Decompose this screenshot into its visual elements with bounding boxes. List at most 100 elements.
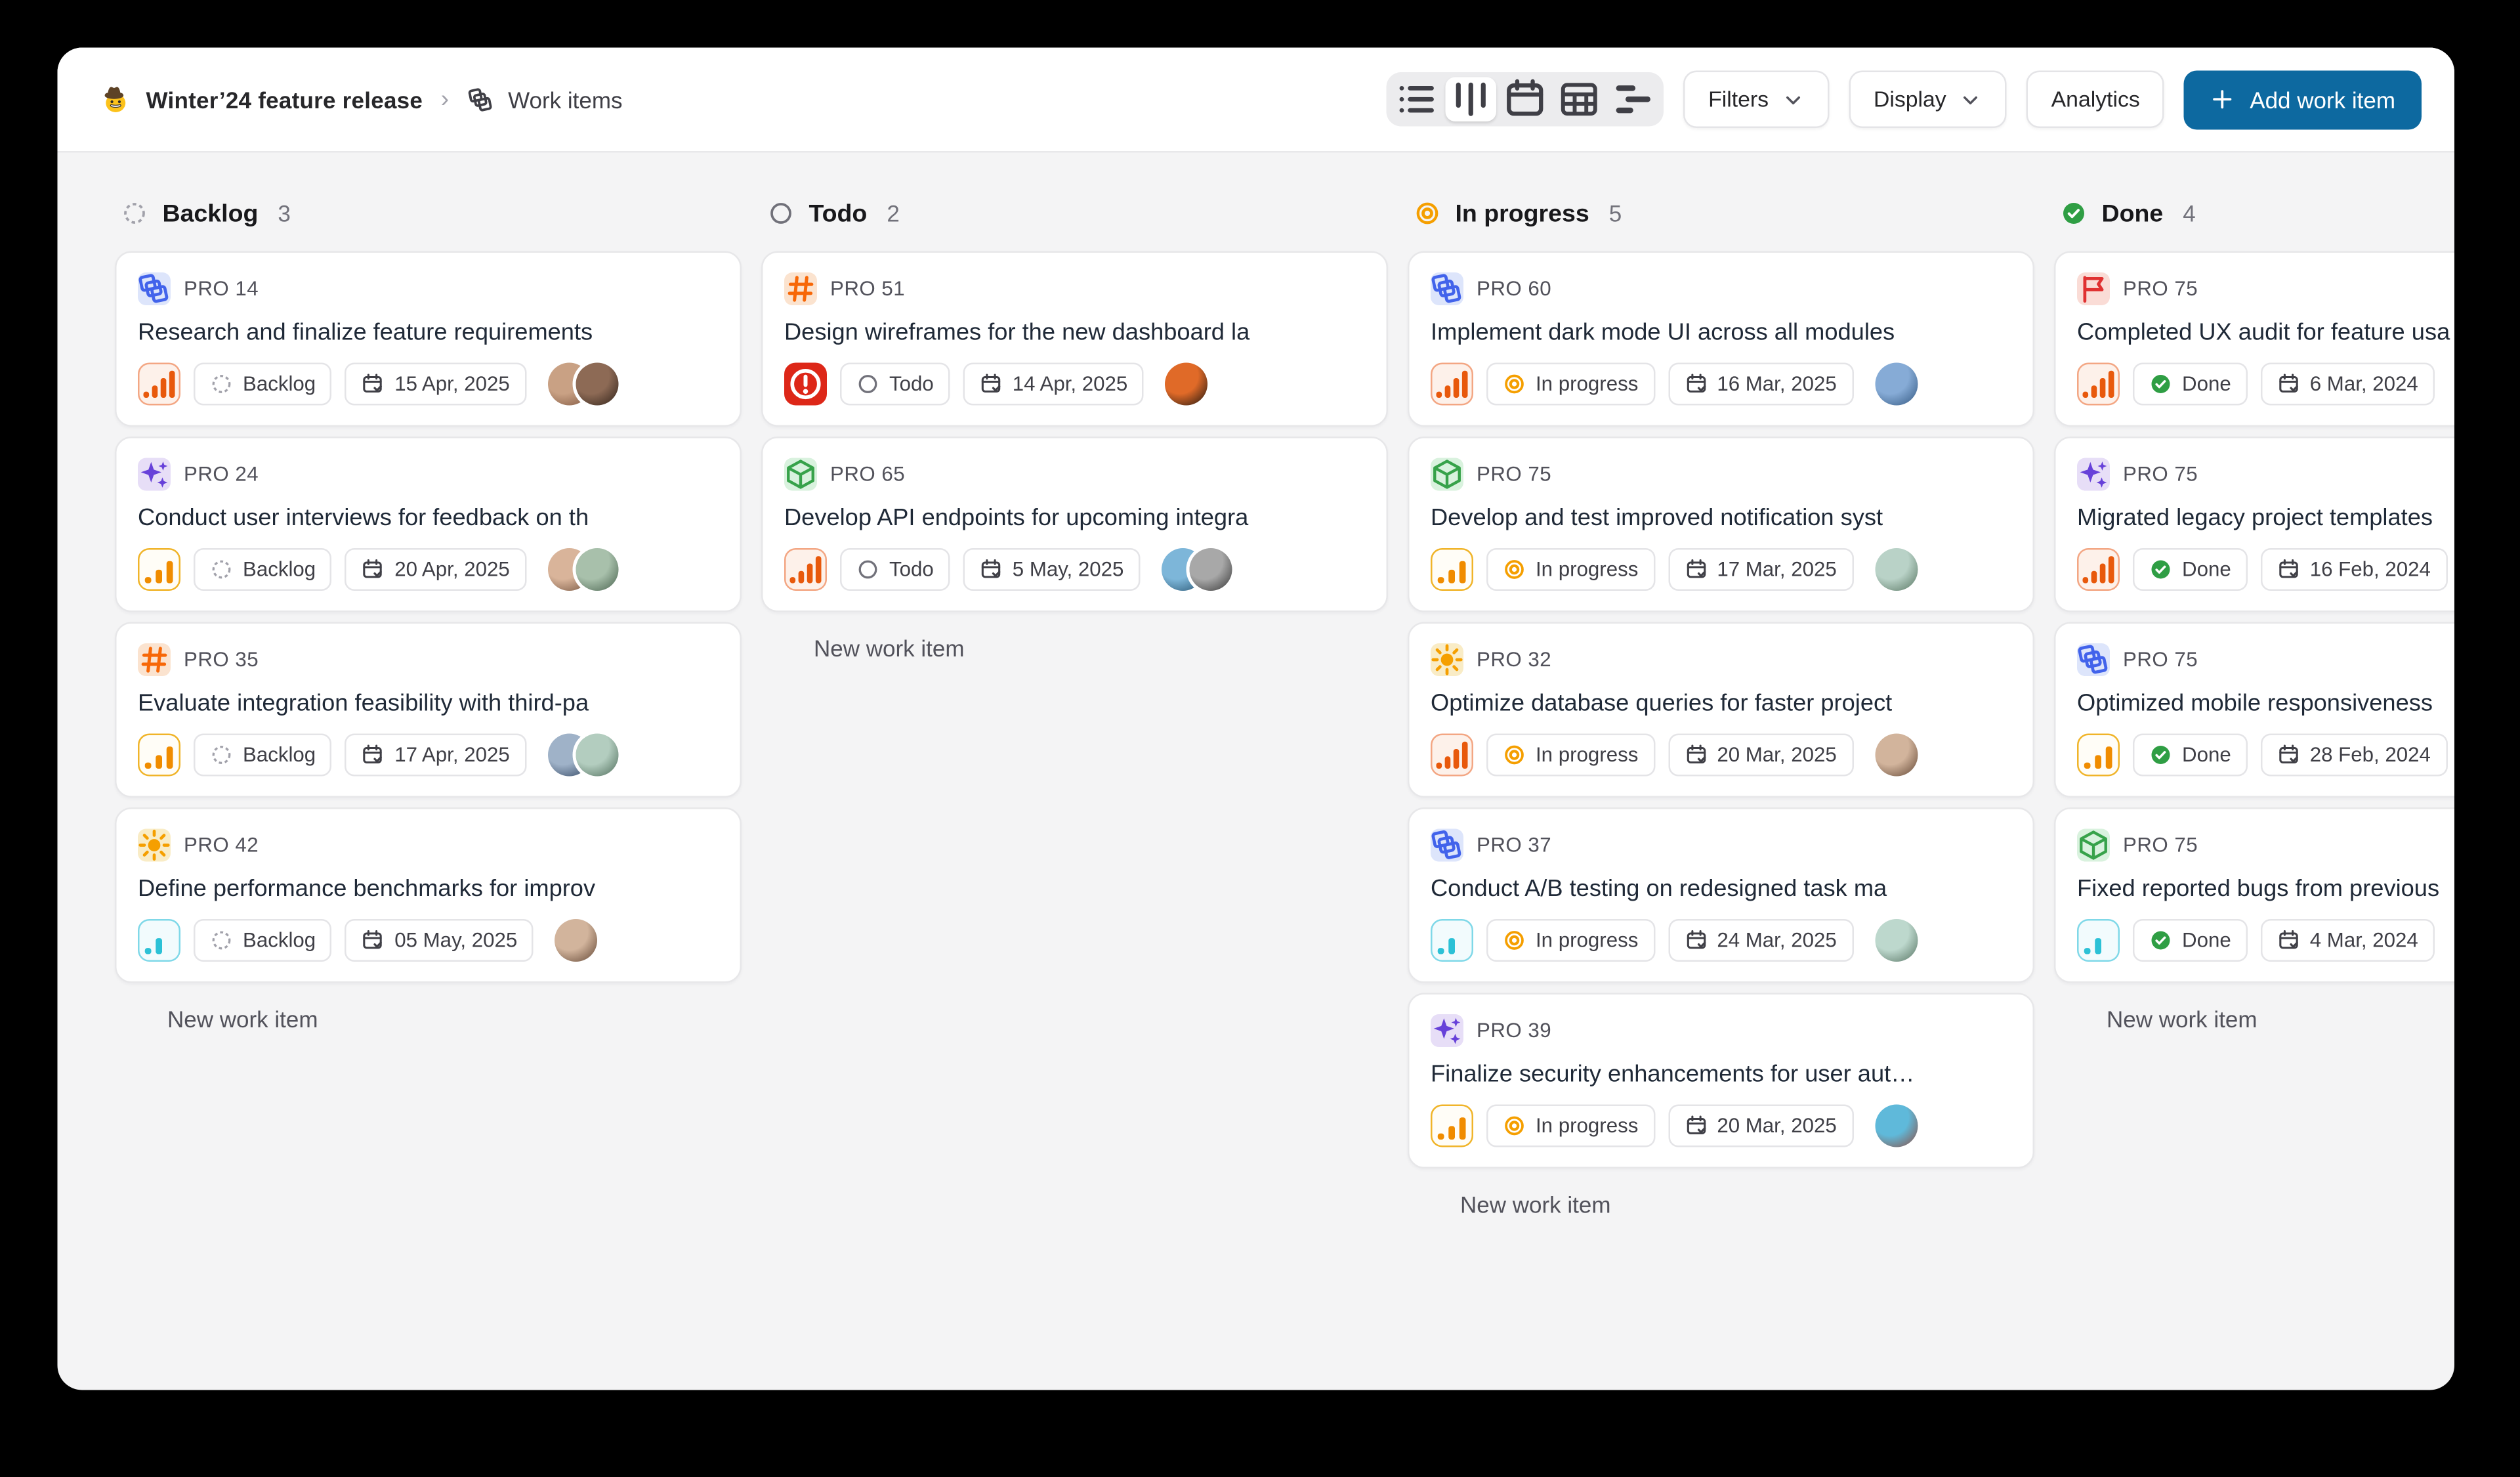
- state-badge[interactable]: Backlog: [194, 363, 332, 406]
- breadcrumb-project-name[interactable]: Winter’24 feature release: [146, 86, 423, 112]
- due-date-badge[interactable]: 28 Feb, 2024: [2261, 734, 2447, 777]
- priority-badge-high[interactable]: [1431, 363, 1473, 406]
- card-properties: Backlog 15 Apr, 2025: [138, 363, 719, 406]
- chevron-down-icon: [1782, 88, 1805, 111]
- column-header: Todo 2: [761, 196, 1388, 232]
- filters-label: Filters: [1708, 87, 1769, 112]
- new-work-item-button[interactable]: New work item: [761, 635, 1388, 662]
- work-item-card[interactable]: PRO 75 Develop and test improved notific…: [1408, 437, 2034, 612]
- due-date-badge[interactable]: 17 Apr, 2025: [345, 734, 526, 777]
- due-date-badge[interactable]: 17 Mar, 2025: [1668, 548, 1853, 591]
- due-date-badge[interactable]: 14 Apr, 2025: [963, 363, 1144, 406]
- add-card-icon[interactable]: [1995, 200, 2021, 226]
- work-item-card[interactable]: PRO 24 Conduct user interviews for feedb…: [115, 437, 742, 612]
- new-work-item-button[interactable]: New work item: [115, 1006, 742, 1033]
- priority-badge-low[interactable]: [1431, 919, 1473, 962]
- work-item-card[interactable]: PRO 35 Evaluate integration feasibility …: [115, 622, 742, 798]
- due-date-badge[interactable]: 4 Mar, 2024: [2261, 919, 2435, 962]
- work-item-title: Implement dark mode UI across all module…: [1431, 320, 2011, 347]
- state-badge[interactable]: Done: [2133, 919, 2248, 962]
- due-date-badge[interactable]: 24 Mar, 2025: [1668, 919, 1853, 962]
- work-item-card[interactable]: PRO 42 Define performance benchmarks for…: [115, 807, 742, 983]
- table-view-button[interactable]: [1554, 77, 1605, 122]
- board-view-button[interactable]: [1446, 77, 1497, 122]
- due-date-badge[interactable]: 20 Mar, 2025: [1668, 1105, 1853, 1147]
- due-date-badge[interactable]: 6 Mar, 2024: [2261, 363, 2435, 406]
- add-card-icon[interactable]: [702, 200, 728, 226]
- state-badge[interactable]: In progress: [1486, 919, 1654, 962]
- due-date-badge[interactable]: 20 Apr, 2025: [345, 548, 526, 591]
- state-badge[interactable]: In progress: [1486, 363, 1654, 406]
- card-properties: Done 4 Mar, 2024: [2077, 919, 2454, 962]
- calendar-check-icon: [362, 744, 385, 767]
- state-badge[interactable]: In progress: [1486, 1105, 1654, 1147]
- priority-badge-urgent[interactable]: [784, 363, 827, 406]
- work-item-id: PRO 32: [1477, 649, 1551, 672]
- priority-badge-low[interactable]: [138, 919, 180, 962]
- work-item-card[interactable]: PRO 75 Completed UX audit for feature us…: [2054, 251, 2454, 427]
- state-badge[interactable]: Done: [2133, 548, 2248, 591]
- due-date-badge[interactable]: 05 May, 2025: [345, 919, 534, 962]
- priority-badge-medium[interactable]: [138, 548, 180, 591]
- state-badge[interactable]: Backlog: [194, 548, 332, 591]
- column-count: 3: [278, 200, 290, 226]
- assignee-avatars: [1874, 919, 1917, 962]
- priority-badge-medium[interactable]: [2077, 734, 2120, 777]
- work-item-title: Conduct user interviews for feedback on …: [138, 505, 719, 532]
- work-item-card[interactable]: PRO 39 Finalize security enhancements fo…: [1408, 993, 2034, 1169]
- priority-badge-high[interactable]: [2077, 548, 2120, 591]
- collapse-column-icon[interactable]: [1288, 200, 1314, 226]
- work-item-title: Migrated legacy project templates: [2077, 505, 2454, 532]
- new-work-item-label: New work item: [2107, 1006, 2257, 1033]
- new-work-item-button[interactable]: New work item: [2054, 1006, 2454, 1033]
- priority-badge-medium[interactable]: [1431, 548, 1473, 591]
- state-badge[interactable]: In progress: [1486, 734, 1654, 777]
- add-card-icon[interactable]: [1349, 200, 1375, 226]
- work-item-icon: [2077, 643, 2110, 676]
- state-badge[interactable]: Backlog: [194, 734, 332, 777]
- work-item-card[interactable]: PRO 75 Optimized mobile responsiveness D…: [2054, 622, 2454, 798]
- timeline-view-button[interactable]: [1608, 77, 1660, 122]
- list-view-button[interactable]: [1392, 77, 1443, 122]
- work-item-card[interactable]: PRO 51 Design wireframes for the new das…: [761, 251, 1388, 427]
- work-item-card[interactable]: PRO 32 Optimize database queries for fas…: [1408, 622, 2034, 798]
- work-item-title: Conduct A/B testing on redesigned task m…: [1431, 876, 2011, 903]
- card-header: PRO 65: [784, 458, 1365, 491]
- collapse-column-icon[interactable]: [642, 200, 668, 226]
- work-item-id: PRO 35: [184, 649, 259, 672]
- work-item-card[interactable]: PRO 75 Migrated legacy project templates…: [2054, 437, 2454, 612]
- work-item-title: Develop API endpoints for upcoming integ…: [784, 505, 1365, 532]
- priority-badge-low[interactable]: [2077, 919, 2120, 962]
- due-date-badge[interactable]: 20 Mar, 2025: [1668, 734, 1853, 777]
- due-date-badge[interactable]: 16 Mar, 2025: [1668, 363, 1853, 406]
- work-item-card[interactable]: PRO 60 Implement dark mode UI across all…: [1408, 251, 2034, 427]
- work-item-card[interactable]: PRO 65 Develop API endpoints for upcomin…: [761, 437, 1388, 612]
- add-work-item-button[interactable]: Add work item: [2184, 70, 2422, 129]
- state-badge[interactable]: In progress: [1486, 548, 1654, 591]
- state-badge[interactable]: Done: [2133, 363, 2248, 406]
- priority-badge-medium[interactable]: [138, 734, 180, 777]
- filters-button[interactable]: Filters: [1684, 71, 1830, 129]
- new-work-item-button[interactable]: New work item: [1408, 1191, 2034, 1218]
- priority-badge-medium[interactable]: [1431, 1105, 1473, 1147]
- due-date-badge[interactable]: 5 May, 2025: [963, 548, 1141, 591]
- state-badge[interactable]: Done: [2133, 734, 2248, 777]
- priority-badge-high[interactable]: [784, 548, 827, 591]
- priority-badge-high[interactable]: [138, 363, 180, 406]
- work-item-card[interactable]: PRO 14 Research and finalize feature req…: [115, 251, 742, 427]
- analytics-button[interactable]: Analytics: [2026, 71, 2164, 129]
- work-item-card[interactable]: PRO 75 Fixed reported bugs from previous…: [2054, 807, 2454, 983]
- breadcrumb-section-label[interactable]: Work items: [508, 86, 622, 112]
- work-item-id: PRO 42: [184, 834, 259, 857]
- state-badge[interactable]: Backlog: [194, 919, 332, 962]
- priority-badge-high[interactable]: [1431, 734, 1473, 777]
- display-button[interactable]: Display: [1849, 71, 2007, 129]
- due-date-badge[interactable]: 16 Feb, 2024: [2261, 548, 2447, 591]
- calendar-view-button[interactable]: [1500, 77, 1551, 122]
- work-item-card[interactable]: PRO 37 Conduct A/B testing on redesigned…: [1408, 807, 2034, 983]
- state-badge[interactable]: Todo: [840, 548, 950, 591]
- collapse-column-icon[interactable]: [1935, 200, 1961, 226]
- priority-badge-high[interactable]: [2077, 363, 2120, 406]
- state-badge[interactable]: Todo: [840, 363, 950, 406]
- due-date-badge[interactable]: 15 Apr, 2025: [345, 363, 526, 406]
